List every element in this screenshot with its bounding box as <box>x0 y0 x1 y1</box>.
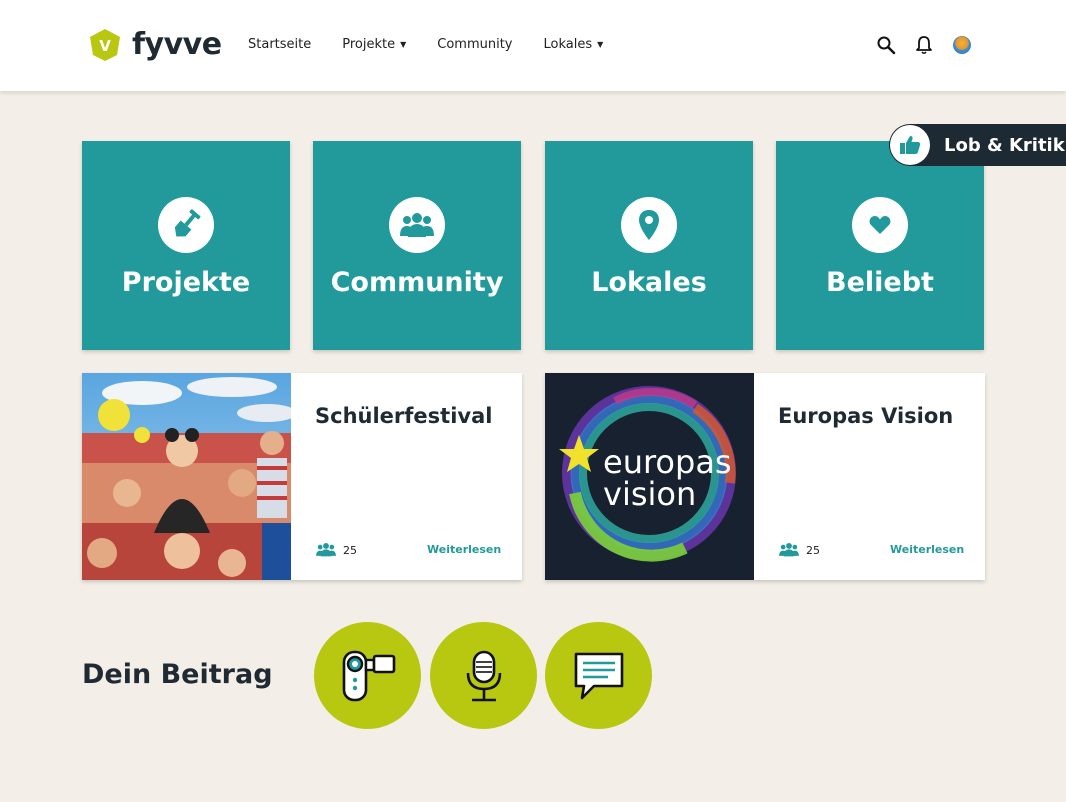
user-avatar-image <box>953 36 971 54</box>
text-upload-button[interactable] <box>545 622 652 729</box>
project-card-europas-vision[interactable]: europas vision Europas Vision 25 Weiterl… <box>545 373 985 580</box>
europas-vision-logo: europas vision <box>545 373 754 580</box>
tile-community[interactable]: Community <box>313 141 521 350</box>
audio-upload-button[interactable] <box>430 622 537 729</box>
project-card-schuelerfestival[interactable]: Schülerfestival 25 Weiterlesen <box>82 373 522 580</box>
tile-beliebt[interactable]: Beliebt <box>776 141 984 350</box>
heart-icon <box>852 197 908 253</box>
caret-down-icon: ▼ <box>400 40 407 49</box>
bell-icon[interactable] <box>913 34 935 56</box>
card-title: Schülerfestival <box>315 404 493 428</box>
logo-letter: V <box>99 37 111 55</box>
read-more-link[interactable]: Weiterlesen <box>427 543 501 556</box>
shovel-icon <box>158 197 214 253</box>
caret-down-icon: ▼ <box>597 40 604 49</box>
participants-number: 25 <box>343 543 357 557</box>
participants-count: 25 <box>778 543 820 557</box>
group-icon <box>389 197 445 253</box>
tile-label: Projekte <box>121 267 251 298</box>
nav-label: Projekte <box>342 37 396 52</box>
festival-crowd-photo <box>82 373 291 580</box>
tile-label: Beliebt <box>826 267 934 298</box>
card-title: Europas Vision <box>778 404 954 428</box>
thumbs-up-icon <box>890 125 930 165</box>
tile-label: Community <box>330 267 504 298</box>
video-upload-button[interactable] <box>314 622 421 729</box>
avatar[interactable] <box>951 34 973 56</box>
microphone-icon <box>466 650 501 701</box>
nav-community[interactable]: Community <box>437 37 512 52</box>
nav-label: Startseite <box>248 37 312 52</box>
search-icon[interactable] <box>875 34 897 56</box>
tile-lokales[interactable]: Lokales <box>545 141 753 350</box>
tile-projekte[interactable]: Projekte <box>82 141 290 350</box>
nav-projekte[interactable]: Projekte ▼ <box>342 37 406 52</box>
read-more-link[interactable]: Weiterlesen <box>890 543 964 556</box>
logo-text: fyvve <box>132 27 222 62</box>
section-title: Dein Beitrag <box>82 659 273 690</box>
feedback-label: Lob & Kritik <box>944 134 1065 156</box>
main-nav: Startseite Projekte ▼ Community Lokales … <box>248 37 634 52</box>
logo-badge-icon: V <box>90 29 120 61</box>
logo-text-vision: vision <box>603 475 696 513</box>
fyvve-logo[interactable]: V fyvve <box>88 28 222 62</box>
video-camera-icon <box>342 650 395 701</box>
participants-count: 25 <box>315 543 357 557</box>
group-icon <box>779 543 799 557</box>
header-actions <box>875 34 989 56</box>
group-icon <box>316 543 336 557</box>
nav-startseite[interactable]: Startseite <box>248 37 311 52</box>
chat-bubble-icon <box>574 652 623 699</box>
nav-label: Lokales <box>543 37 593 52</box>
participants-number: 25 <box>806 543 820 557</box>
map-pin-icon <box>621 197 677 253</box>
nav-label: Community <box>437 37 513 52</box>
top-header: V fyvve Startseite Projekte ▼ Community … <box>0 0 1066 91</box>
feedback-button[interactable]: Lob & Kritik <box>889 124 1066 166</box>
tile-label: Lokales <box>591 267 707 298</box>
nav-lokales[interactable]: Lokales ▼ <box>544 37 604 52</box>
